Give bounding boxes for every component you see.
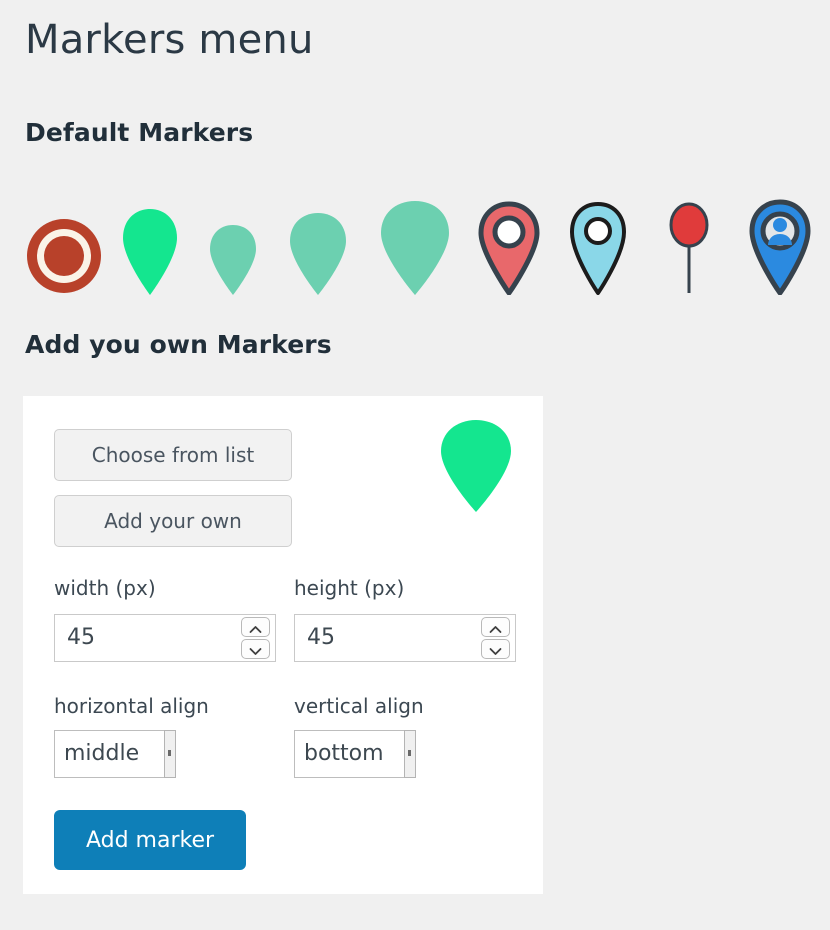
width-input-wrapper (54, 614, 276, 662)
select-scrollbar-stub[interactable] (164, 730, 176, 778)
default-markers-heading: Default Markers (25, 118, 254, 147)
custom-markers-heading: Add you own Markers (25, 330, 332, 359)
pin-marker-red-hole[interactable] (477, 201, 541, 295)
add-marker-panel: Choose from list Add your own width (px) (23, 396, 543, 894)
page-title: Markers menu (25, 17, 314, 63)
width-stepper (241, 617, 270, 659)
pin-marker-blue-avatar[interactable] (748, 199, 812, 295)
chevron-up-icon (249, 625, 262, 633)
default-markers-row (0, 185, 830, 295)
chevron-down-icon (489, 647, 502, 655)
vertical-align-label: vertical align (294, 694, 424, 718)
select-scrollbar-stub[interactable] (404, 730, 416, 778)
height-decrement-button[interactable] (481, 639, 510, 659)
vertical-align-select[interactable]: bottom (294, 730, 416, 778)
width-input[interactable] (67, 615, 237, 661)
chevron-up-icon (489, 625, 502, 633)
height-increment-button[interactable] (481, 617, 510, 637)
height-input[interactable] (307, 615, 477, 661)
horizontal-align-select[interactable]: middle (54, 730, 176, 778)
width-increment-button[interactable] (241, 617, 270, 637)
width-field-label: width (px) (54, 576, 156, 600)
add-your-own-button[interactable]: Add your own (54, 495, 292, 547)
target-circle-marker[interactable] (25, 217, 103, 295)
chevron-down-icon (249, 647, 262, 655)
horizontal-align-value: middle (64, 741, 140, 766)
teardrop-marker-bright-green[interactable] (121, 207, 179, 295)
teardrop-marker-seagreen-medium[interactable] (288, 211, 348, 295)
markers-menu-page: Markers menu Default Markers Add you own… (0, 0, 830, 930)
horizontal-align-label: horizontal align (54, 694, 209, 718)
vertical-align-value: bottom (304, 741, 384, 766)
needle-pin-marker-red[interactable] (668, 201, 710, 295)
preview-teardrop-marker (438, 418, 514, 513)
choose-from-list-button[interactable]: Choose from list (54, 429, 292, 481)
teardrop-marker-seagreen-large[interactable] (379, 199, 451, 295)
width-decrement-button[interactable] (241, 639, 270, 659)
height-input-wrapper (294, 614, 516, 662)
height-field-label: height (px) (294, 576, 405, 600)
add-marker-button[interactable]: Add marker (54, 810, 246, 870)
pin-marker-lightblue-hole[interactable] (568, 201, 628, 295)
teardrop-marker-seagreen-small[interactable] (208, 223, 258, 295)
height-stepper (481, 617, 510, 659)
